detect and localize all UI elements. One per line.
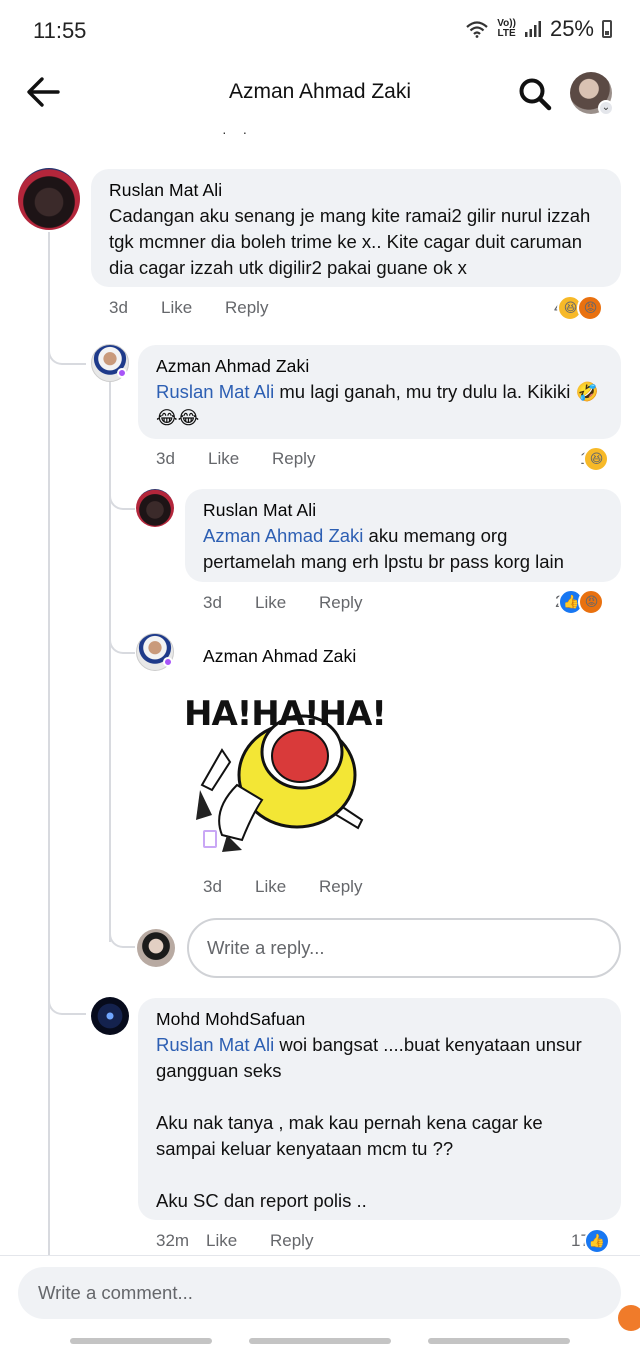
reply-button[interactable]: Reply bbox=[319, 593, 362, 613]
status-time: 11:55 bbox=[33, 18, 87, 43]
like-button[interactable]: Like bbox=[255, 593, 319, 613]
comment-bubble[interactable]: Ruslan Mat Ali Azman Ahmad Zaki aku mema… bbox=[185, 489, 621, 582]
comment-time: 3d bbox=[203, 877, 222, 896]
comment-bubble[interactable]: Azman Ahmad Zaki Ruslan Mat Ali mu lagi … bbox=[138, 345, 621, 439]
thread-connector bbox=[48, 990, 86, 1015]
avatar[interactable] bbox=[91, 997, 129, 1035]
sticker-image[interactable]: HA!HA!HA! bbox=[182, 690, 387, 860]
wifi-icon bbox=[466, 21, 488, 38]
comment-text: Cadangan aku senang je mang kite ramai2 … bbox=[109, 205, 596, 278]
mention-link[interactable]: Ruslan Mat Ali bbox=[156, 381, 274, 402]
thread-line bbox=[48, 232, 50, 1262]
thread-connector bbox=[109, 630, 135, 654]
sticker-caption: HA!HA!HA! bbox=[184, 694, 387, 734]
thread-connector bbox=[109, 488, 135, 510]
comment-author[interactable]: Ruslan Mat Ali bbox=[203, 499, 603, 521]
reaction-summary[interactable]: 2 👍 😡 bbox=[555, 589, 605, 615]
like-button[interactable]: Like bbox=[255, 877, 319, 897]
comment-time: 3d bbox=[203, 593, 222, 612]
status-bar: 11:55 Vo)) LTE 25% bbox=[0, 0, 640, 62]
more-dots: · · bbox=[222, 124, 254, 140]
battery-percent: 25% bbox=[549, 16, 594, 41]
haha-reaction-icon: 😆 bbox=[583, 446, 610, 472]
signal-icon bbox=[524, 21, 541, 37]
reply-button[interactable]: Reply bbox=[270, 1231, 313, 1251]
search-icon bbox=[519, 78, 552, 111]
mention-link[interactable]: Ruslan Mat Ali bbox=[156, 1034, 274, 1055]
status-icons: Vo)) LTE 25% bbox=[465, 16, 612, 42]
comment-actions: 3d Like Reply bbox=[156, 449, 315, 469]
comment-author[interactable]: Ruslan Mat Ali bbox=[109, 179, 603, 201]
chevron-down-icon: ⌄ bbox=[598, 100, 614, 116]
thread-connector bbox=[109, 924, 135, 948]
comment-bubble[interactable]: Mohd MohdSafuan Ruslan Mat Ali woi bangs… bbox=[138, 998, 621, 1220]
comment-text: Azman Ahmad Zaki aku memang org pertamel… bbox=[203, 523, 603, 575]
status-badge bbox=[163, 657, 173, 667]
comment-time: 3d bbox=[156, 449, 175, 468]
reply-button[interactable]: Reply bbox=[225, 298, 268, 318]
comment-author[interactable]: Azman Ahmad Zaki bbox=[203, 645, 356, 667]
reply-button[interactable]: Reply bbox=[319, 877, 362, 897]
nav-handle bbox=[70, 1338, 212, 1344]
mention-link[interactable]: Azman Ahmad Zaki bbox=[203, 525, 363, 546]
comment-author[interactable]: Azman Ahmad Zaki bbox=[156, 355, 603, 377]
floating-action-icon[interactable] bbox=[618, 1305, 640, 1331]
thread-connector bbox=[48, 340, 86, 365]
app-header: Azman Ahmad Zaki ⌄ bbox=[0, 62, 640, 124]
battery-icon bbox=[602, 20, 612, 38]
comment-composer: Write a comment... bbox=[0, 1255, 640, 1351]
avatar[interactable] bbox=[18, 168, 80, 230]
document-icon bbox=[203, 830, 217, 848]
thread-line bbox=[109, 382, 111, 942]
like-button[interactable]: Like bbox=[161, 298, 225, 318]
comment-actions: 3d Like Reply bbox=[109, 298, 268, 318]
comment-actions: 3d Like Reply bbox=[203, 593, 362, 613]
nav-handle bbox=[249, 1338, 391, 1344]
comment-placeholder: Write a comment... bbox=[38, 1282, 193, 1303]
like-reaction-icon: 👍 bbox=[583, 1228, 610, 1254]
comment-actions: 3d Like Reply bbox=[203, 877, 362, 897]
profile-avatar[interactable]: ⌄ bbox=[570, 72, 614, 116]
comment-input[interactable]: Write a comment... bbox=[18, 1267, 621, 1319]
comment-author[interactable]: Mohd MohdSafuan bbox=[156, 1008, 603, 1030]
comment-body: woi bangsat ....buat kenyataan unsur gan… bbox=[156, 1034, 582, 1211]
comment-bubble[interactable]: Ruslan Mat Ali Cadangan aku senang je ma… bbox=[91, 169, 621, 287]
like-button[interactable]: Like bbox=[208, 449, 272, 469]
angry-reaction-icon: 😡 bbox=[578, 589, 605, 615]
comment-text: Ruslan Mat Ali woi bangsat ....buat keny… bbox=[156, 1032, 603, 1214]
search-button[interactable] bbox=[515, 74, 555, 114]
comment-time: 32m bbox=[156, 1231, 190, 1250]
reply-button[interactable]: Reply bbox=[272, 449, 315, 469]
reaction-summary[interactable]: 4 😆 😡 bbox=[554, 295, 604, 321]
avatar[interactable] bbox=[136, 489, 174, 527]
my-avatar bbox=[137, 929, 175, 967]
reaction-summary[interactable]: 17 👍 bbox=[571, 1228, 610, 1254]
reply-input[interactable]: Write a reply... bbox=[187, 918, 621, 978]
like-button[interactable]: Like bbox=[206, 1231, 270, 1251]
reaction-summary[interactable]: 1 😆 bbox=[580, 446, 610, 472]
angry-reaction-icon: 😡 bbox=[577, 295, 604, 321]
network-type: Vo)) LTE bbox=[497, 18, 516, 39]
nav-handle bbox=[428, 1338, 570, 1344]
status-badge bbox=[117, 368, 127, 378]
reply-placeholder: Write a reply... bbox=[207, 937, 325, 958]
comment-text: Ruslan Mat Ali mu lagi ganah, mu try dul… bbox=[156, 379, 603, 431]
comment-actions: 32m Like Reply bbox=[156, 1231, 313, 1251]
comment-time: 3d bbox=[109, 298, 128, 317]
